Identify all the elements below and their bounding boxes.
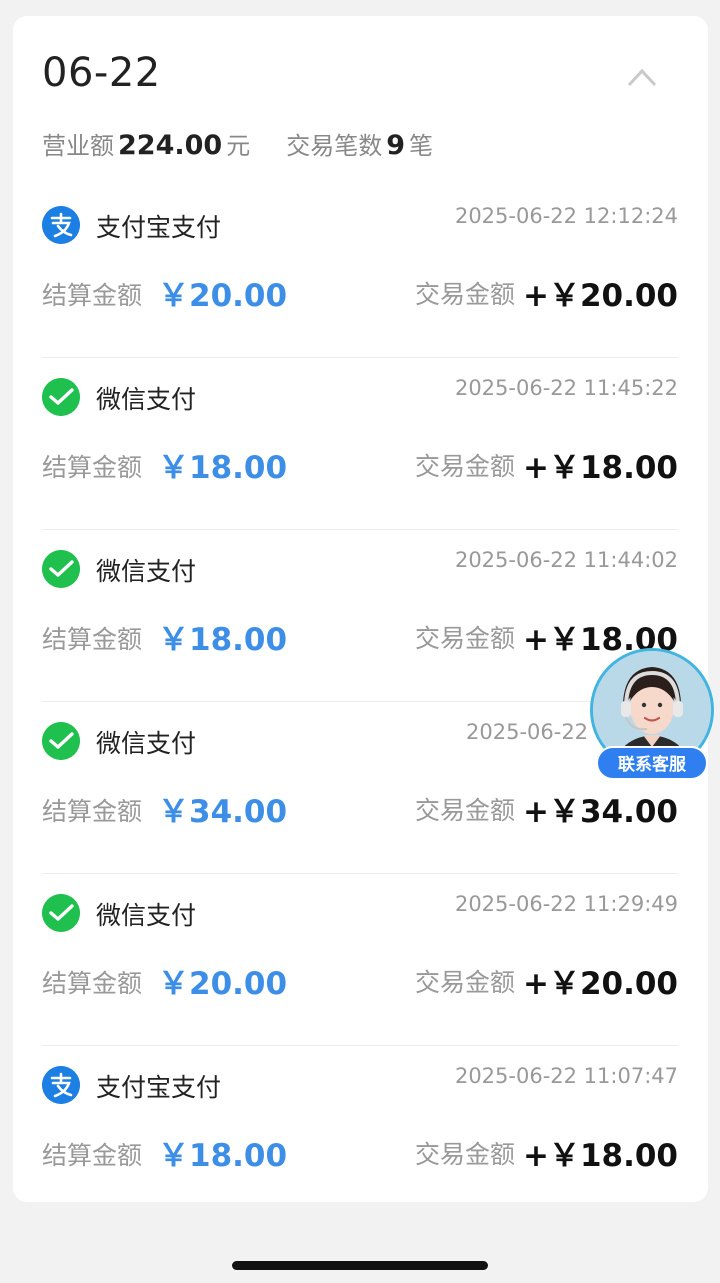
transaction-row[interactable]: 微信支付 2025-06-22 结算金额 ￥34.00 交易金额 +￥34.00: [42, 702, 678, 874]
settle-amount: ￥18.00: [158, 622, 288, 658]
date-title: 06-22: [42, 50, 161, 96]
transaction-time: 2025-06-22 11:07:47: [454, 1064, 678, 1088]
settle-label: 结算金额: [42, 797, 143, 826]
count-label: 交易笔数: [286, 132, 383, 160]
wechat-pay-icon: [42, 894, 80, 932]
trade-amount: +￥20.00: [522, 966, 678, 1002]
settle-amount: ￥34.00: [158, 794, 288, 830]
transaction-row[interactable]: 支付宝支付 2025-06-22 12:12:24 结算金额 ￥20.00 交易…: [42, 186, 678, 358]
trade-group: 交易金额 +￥20.00: [415, 270, 678, 315]
settle-label: 结算金额: [42, 969, 143, 998]
count-value: 9: [386, 130, 405, 161]
settle-amount: ￥20.00: [158, 966, 288, 1002]
settle-label: 结算金额: [42, 281, 143, 310]
trade-amount: +￥34.00: [522, 794, 678, 830]
trade-label: 交易金额: [414, 280, 515, 309]
transaction-row[interactable]: 支付宝支付 2025-06-22 11:07:47 结算金额 ￥18.00 交易…: [42, 1046, 678, 1218]
trade-amount: +￥18.00: [522, 1138, 678, 1174]
payment-method: 支付宝支付: [96, 1073, 222, 1102]
trade-label: 交易金额: [414, 624, 515, 653]
settle-amount: ￥20.00: [158, 278, 288, 314]
transaction-row[interactable]: 微信支付 2025-06-22 11:45:22 结算金额 ￥18.00 交易金…: [42, 358, 678, 530]
transaction-row[interactable]: 微信支付 2025-06-22 11:44:02 结算金额 ￥18.00 交易金…: [42, 530, 678, 702]
trade-group: 交易金额 +￥18.00: [415, 442, 678, 487]
transaction-row[interactable]: 微信支付 2025-06-22 11:29:49 结算金额 ￥20.00 交易金…: [42, 874, 678, 1046]
transaction-time: 2025-06-22 11:29:49: [454, 892, 678, 916]
revenue-value: 224.00: [118, 130, 223, 161]
trade-amount: +￥20.00: [522, 278, 678, 314]
wechat-pay-icon: [42, 550, 80, 588]
trade-group: 交易金额 +￥20.00: [415, 958, 678, 1003]
transaction-time: 2025-06-22 11:45:22: [454, 376, 678, 400]
payment-method: 微信支付: [96, 385, 197, 414]
revenue-unit: 元: [226, 132, 251, 160]
trade-label: 交易金额: [414, 968, 515, 997]
alipay-icon: [42, 206, 80, 244]
customer-service-button[interactable]: 联系客服: [590, 648, 714, 780]
payment-method: 微信支付: [96, 901, 197, 930]
transaction-time: 2025-06-22 11:44:02: [454, 548, 678, 572]
payment-method: 支付宝支付: [96, 213, 222, 242]
trade-label: 交易金额: [414, 452, 515, 481]
wechat-pay-icon: [42, 378, 80, 416]
trade-group: 交易金额 +￥18.00: [415, 1130, 678, 1175]
count-unit: 笔: [409, 132, 433, 160]
revenue-label: 营业额: [42, 132, 114, 160]
home-indicator[interactable]: [232, 1261, 488, 1270]
settle-label: 结算金额: [42, 1141, 143, 1170]
alipay-icon: [42, 1066, 80, 1104]
trade-label: 交易金额: [414, 796, 515, 825]
wechat-pay-icon: [42, 722, 80, 760]
payment-method: 微信支付: [96, 729, 197, 758]
trade-group: 交易金额 +￥34.00: [415, 786, 678, 831]
settle-label: 结算金额: [42, 625, 143, 654]
transaction-time: 2025-06-22: [466, 720, 589, 744]
chevron-up-icon[interactable]: [627, 66, 657, 88]
settle-amount: ￥18.00: [158, 1138, 288, 1174]
customer-service-label[interactable]: 联系客服: [596, 746, 708, 780]
trade-label: 交易金额: [414, 1140, 515, 1169]
payment-method: 微信支付: [96, 557, 197, 586]
summary-line: 营业额 224.00 元 交易笔数 9 笔: [42, 126, 433, 161]
trade-amount: +￥18.00: [522, 450, 678, 486]
transaction-time: 2025-06-22 12:12:24: [454, 204, 678, 228]
settle-amount: ￥18.00: [158, 450, 288, 486]
daily-summary-card: 06-22 营业额 224.00 元 交易笔数 9 笔 支付宝支付 2025-06-22 …: [13, 16, 708, 1202]
settle-label: 结算金额: [42, 453, 143, 482]
